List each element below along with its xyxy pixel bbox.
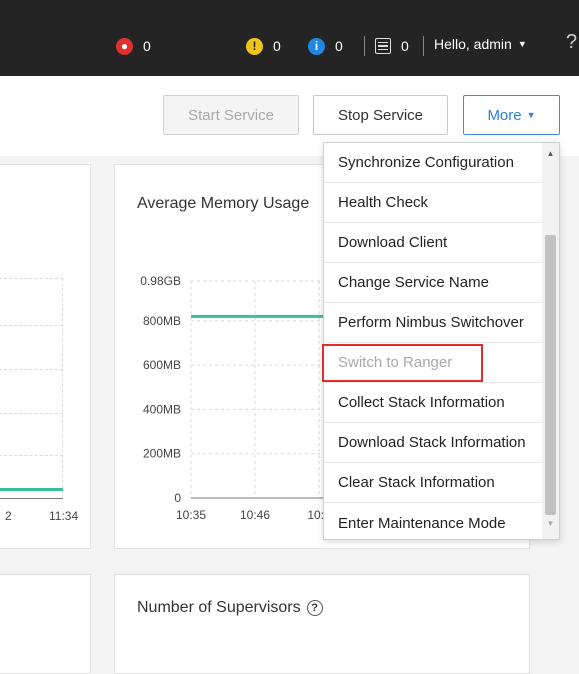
major-alarm-count: 0 [273, 38, 281, 54]
start-service-label: Start Service [188, 106, 274, 124]
x-tick-label: 10:46 [240, 508, 270, 522]
supervisors-panel: Number of Supervisors? [114, 574, 530, 674]
menu-item-enter-maintenance-mode[interactable]: Enter Maintenance Mode [324, 503, 542, 539]
y-tick-label: 0 [174, 491, 181, 505]
supervisors-title-text: Number of Supervisors [137, 599, 301, 616]
more-button[interactable]: More ▼ [463, 95, 560, 135]
scroll-thumb[interactable] [545, 235, 556, 515]
divider [364, 36, 365, 56]
menu-item-clear-stack-information[interactable]: Clear Stack Information [324, 463, 542, 503]
more-dropdown-menu: Synchronize Configuration Health Check D… [323, 142, 560, 540]
task-list-icon [375, 38, 391, 54]
info-alarm-indicator[interactable]: i 0 [308, 36, 343, 56]
menu-item-perform-nimbus-switchover[interactable]: Perform Nimbus Switchover [324, 303, 542, 343]
task-indicator[interactable]: 0 [375, 36, 409, 56]
stop-service-label: Stop Service [337, 106, 424, 124]
critical-alarm-icon: ● [116, 37, 133, 55]
x-tick-label: 2 [5, 509, 12, 523]
scroll-up-icon[interactable]: ▲ [542, 145, 559, 161]
y-tick-label: 600MB [143, 358, 181, 372]
left-bottom-panel [0, 574, 91, 674]
help-icon[interactable]: ? [566, 31, 577, 54]
menu-item-download-client[interactable]: Download Client [324, 223, 542, 263]
stop-service-button[interactable]: Stop Service [313, 95, 448, 135]
left-series-line [0, 488, 63, 491]
x-tick-label: 10:35 [176, 508, 206, 522]
divider [423, 36, 424, 56]
supervisors-title: Number of Supervisors? [137, 599, 323, 617]
top-bar: ● 0 ! 0 i 0 0 Hello, admin ▼ ? [0, 0, 579, 76]
critical-alarm-indicator[interactable]: ● 0 [116, 36, 151, 56]
menu-item-synchronize-configuration[interactable]: Synchronize Configuration [324, 143, 542, 183]
major-alarm-indicator[interactable]: ! 0 [246, 36, 281, 56]
menu-item-change-service-name[interactable]: Change Service Name [324, 263, 542, 303]
y-tick-label: 800MB [143, 314, 181, 328]
help-icon[interactable]: ? [306, 600, 323, 616]
info-alarm-count: 0 [335, 38, 343, 54]
y-tick-label: 0.98GB [140, 274, 181, 288]
menu-item-switch-to-ranger: Switch to Ranger [324, 343, 542, 383]
start-service-button[interactable]: Start Service [163, 95, 299, 135]
more-label: More [487, 106, 522, 124]
menu-item-health-check[interactable]: Health Check [324, 183, 542, 223]
info-icon: i [308, 37, 325, 55]
y-tick-label: 400MB [143, 402, 181, 416]
chevron-down-icon: ▼ [517, 39, 527, 49]
user-menu[interactable]: Hello, admin ▼ [434, 36, 527, 52]
task-count: 0 [401, 38, 409, 54]
left-chart-panel: 2 11:34 [0, 164, 91, 549]
scroll-down-icon[interactable]: ▼ [542, 515, 559, 531]
menu-item-download-stack-information[interactable]: Download Stack Information [324, 423, 542, 463]
critical-alarm-count: 0 [143, 38, 151, 54]
warning-icon: ! [246, 37, 263, 55]
user-greeting: Hello, admin [434, 36, 512, 52]
x-tick-label: 11:34 [49, 509, 79, 523]
y-tick-label: 200MB [143, 447, 181, 461]
menu-scrollbar[interactable]: ▲ ▼ [542, 143, 559, 539]
menu-item-collect-stack-information[interactable]: Collect Stack Information [324, 383, 542, 423]
chevron-down-icon: ▼ [526, 110, 536, 120]
